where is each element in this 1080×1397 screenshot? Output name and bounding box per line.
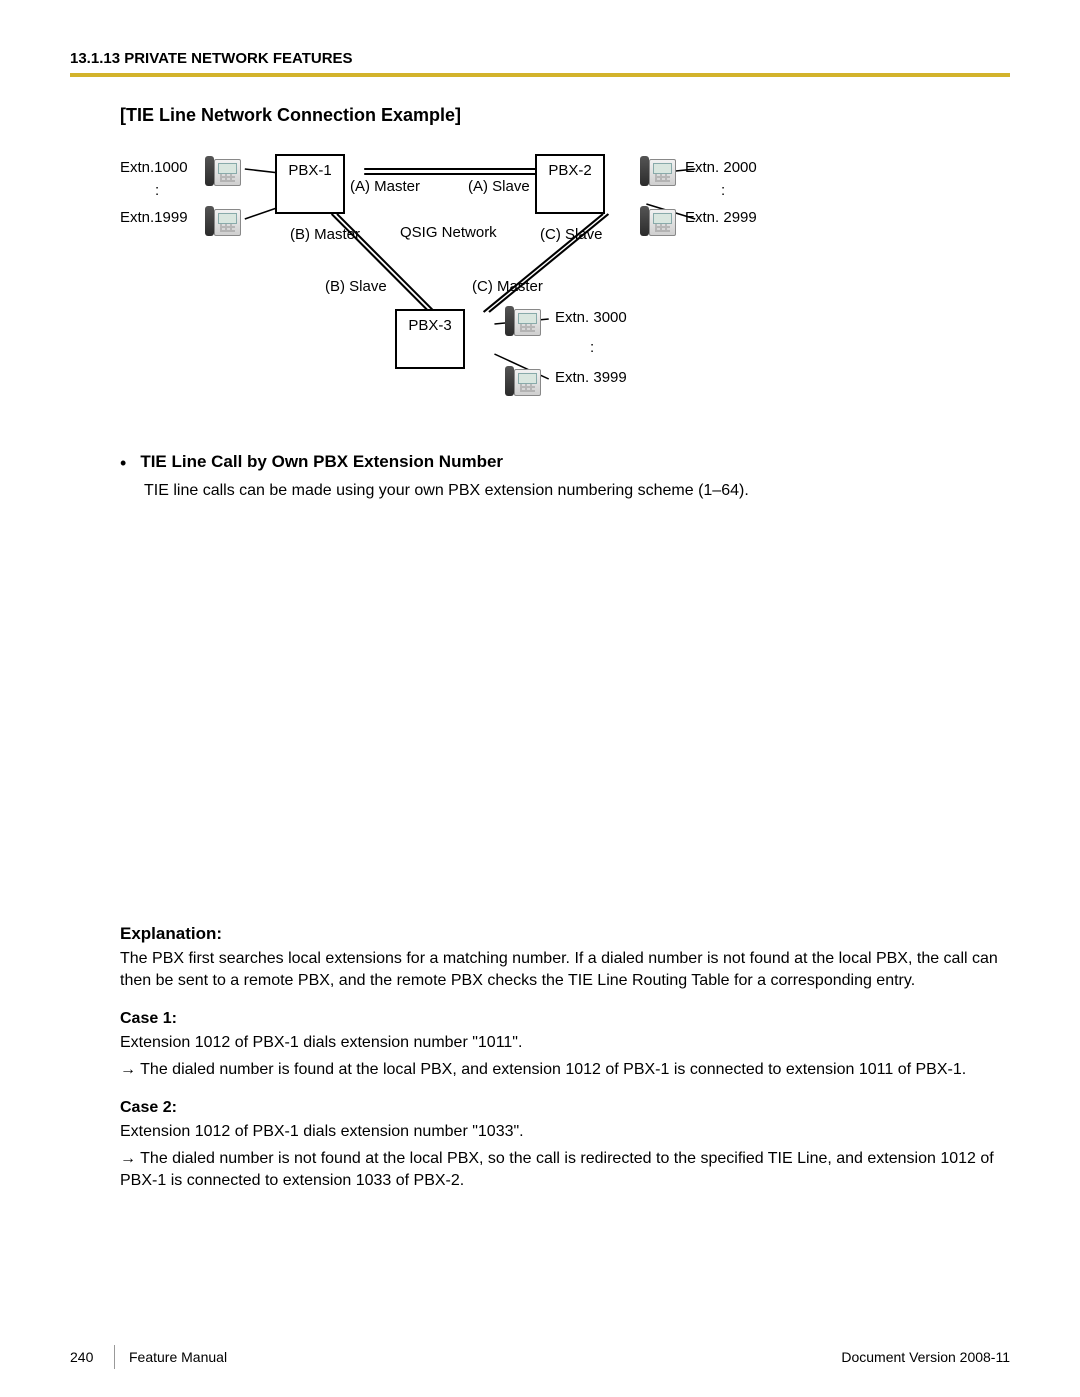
- diagram-title: [TIE Line Network Connection Example]: [120, 105, 1010, 126]
- ellipsis: :: [721, 182, 725, 199]
- bullet-paragraph: TIE line calls can be made using your ow…: [144, 480, 1010, 502]
- a-slave: (A) Slave: [468, 178, 530, 195]
- qsig-network: QSIG Network: [400, 224, 497, 241]
- pbx3-box: PBX-3: [395, 309, 465, 369]
- bullet-heading: TIE Line Call by Own PBX Extension Numbe…: [140, 452, 503, 474]
- phone-icon: [640, 152, 676, 186]
- page-footer: 240 Feature Manual Document Version 2008…: [70, 1345, 1010, 1369]
- pbx3-label: PBX-3: [408, 317, 451, 334]
- ellipsis: :: [590, 339, 594, 356]
- page: 13.1.13 PRIVATE NETWORK FEATURES [TIE Li…: [0, 0, 1080, 1397]
- ext-3999: Extn. 3999: [555, 369, 627, 386]
- phone-icon: [205, 152, 241, 186]
- case2-line1: Extension 1012 of PBX-1 dials extension …: [120, 1121, 1010, 1143]
- content-area: [TIE Line Network Connection Example]: [120, 105, 1010, 1192]
- footer-divider: [114, 1345, 115, 1369]
- manual-name: Feature Manual: [129, 1349, 227, 1365]
- page-number: 240: [70, 1349, 114, 1365]
- phone-icon: [505, 362, 541, 396]
- pbx1-label: PBX-1: [288, 162, 331, 179]
- ext-1999: Extn.1999: [120, 209, 188, 226]
- case1-heading: Case 1:: [120, 1010, 1010, 1028]
- explanation-heading: Explanation:: [120, 924, 1010, 944]
- a-master: (A) Master: [350, 178, 420, 195]
- phone-icon: [640, 202, 676, 236]
- explanation-text: The PBX first searches local extensions …: [120, 948, 1010, 993]
- pbx2-label: PBX-2: [548, 162, 591, 179]
- ext-1000: Extn.1000: [120, 159, 188, 176]
- bullet-heading-row: • TIE Line Call by Own PBX Extension Num…: [120, 452, 1010, 474]
- document-version: Document Version 2008-11: [841, 1349, 1010, 1365]
- c-master: (C) Master: [472, 278, 543, 295]
- ext-2000: Extn. 2000: [685, 159, 757, 176]
- c-slave: (C) Slave: [540, 226, 603, 243]
- tie-line-diagram: PBX-1 PBX-2 PBX-3 Extn.1000 : Extn.1999 …: [120, 144, 1010, 434]
- case1-line2: → The dialed number is found at the loca…: [120, 1059, 1010, 1081]
- b-slave: (B) Slave: [325, 278, 387, 295]
- pbx2-box: PBX-2: [535, 154, 605, 214]
- case2-line2: → The dialed number is not found at the …: [120, 1148, 1010, 1193]
- case2-heading: Case 2:: [120, 1099, 1010, 1117]
- section-header: 13.1.13 PRIVATE NETWORK FEATURES: [70, 50, 1010, 67]
- ellipsis: :: [155, 182, 159, 199]
- case1-line1: Extension 1012 of PBX-1 dials extension …: [120, 1032, 1010, 1054]
- pbx1-box: PBX-1: [275, 154, 345, 214]
- phone-icon: [205, 202, 241, 236]
- ext-3000: Extn. 3000: [555, 309, 627, 326]
- bullet-dot: •: [120, 452, 126, 474]
- ext-2999: Extn. 2999: [685, 209, 757, 226]
- phone-icon: [505, 302, 541, 336]
- gold-rule: [70, 73, 1010, 77]
- b-master: (B) Master: [290, 226, 360, 243]
- spacer: [120, 502, 1010, 902]
